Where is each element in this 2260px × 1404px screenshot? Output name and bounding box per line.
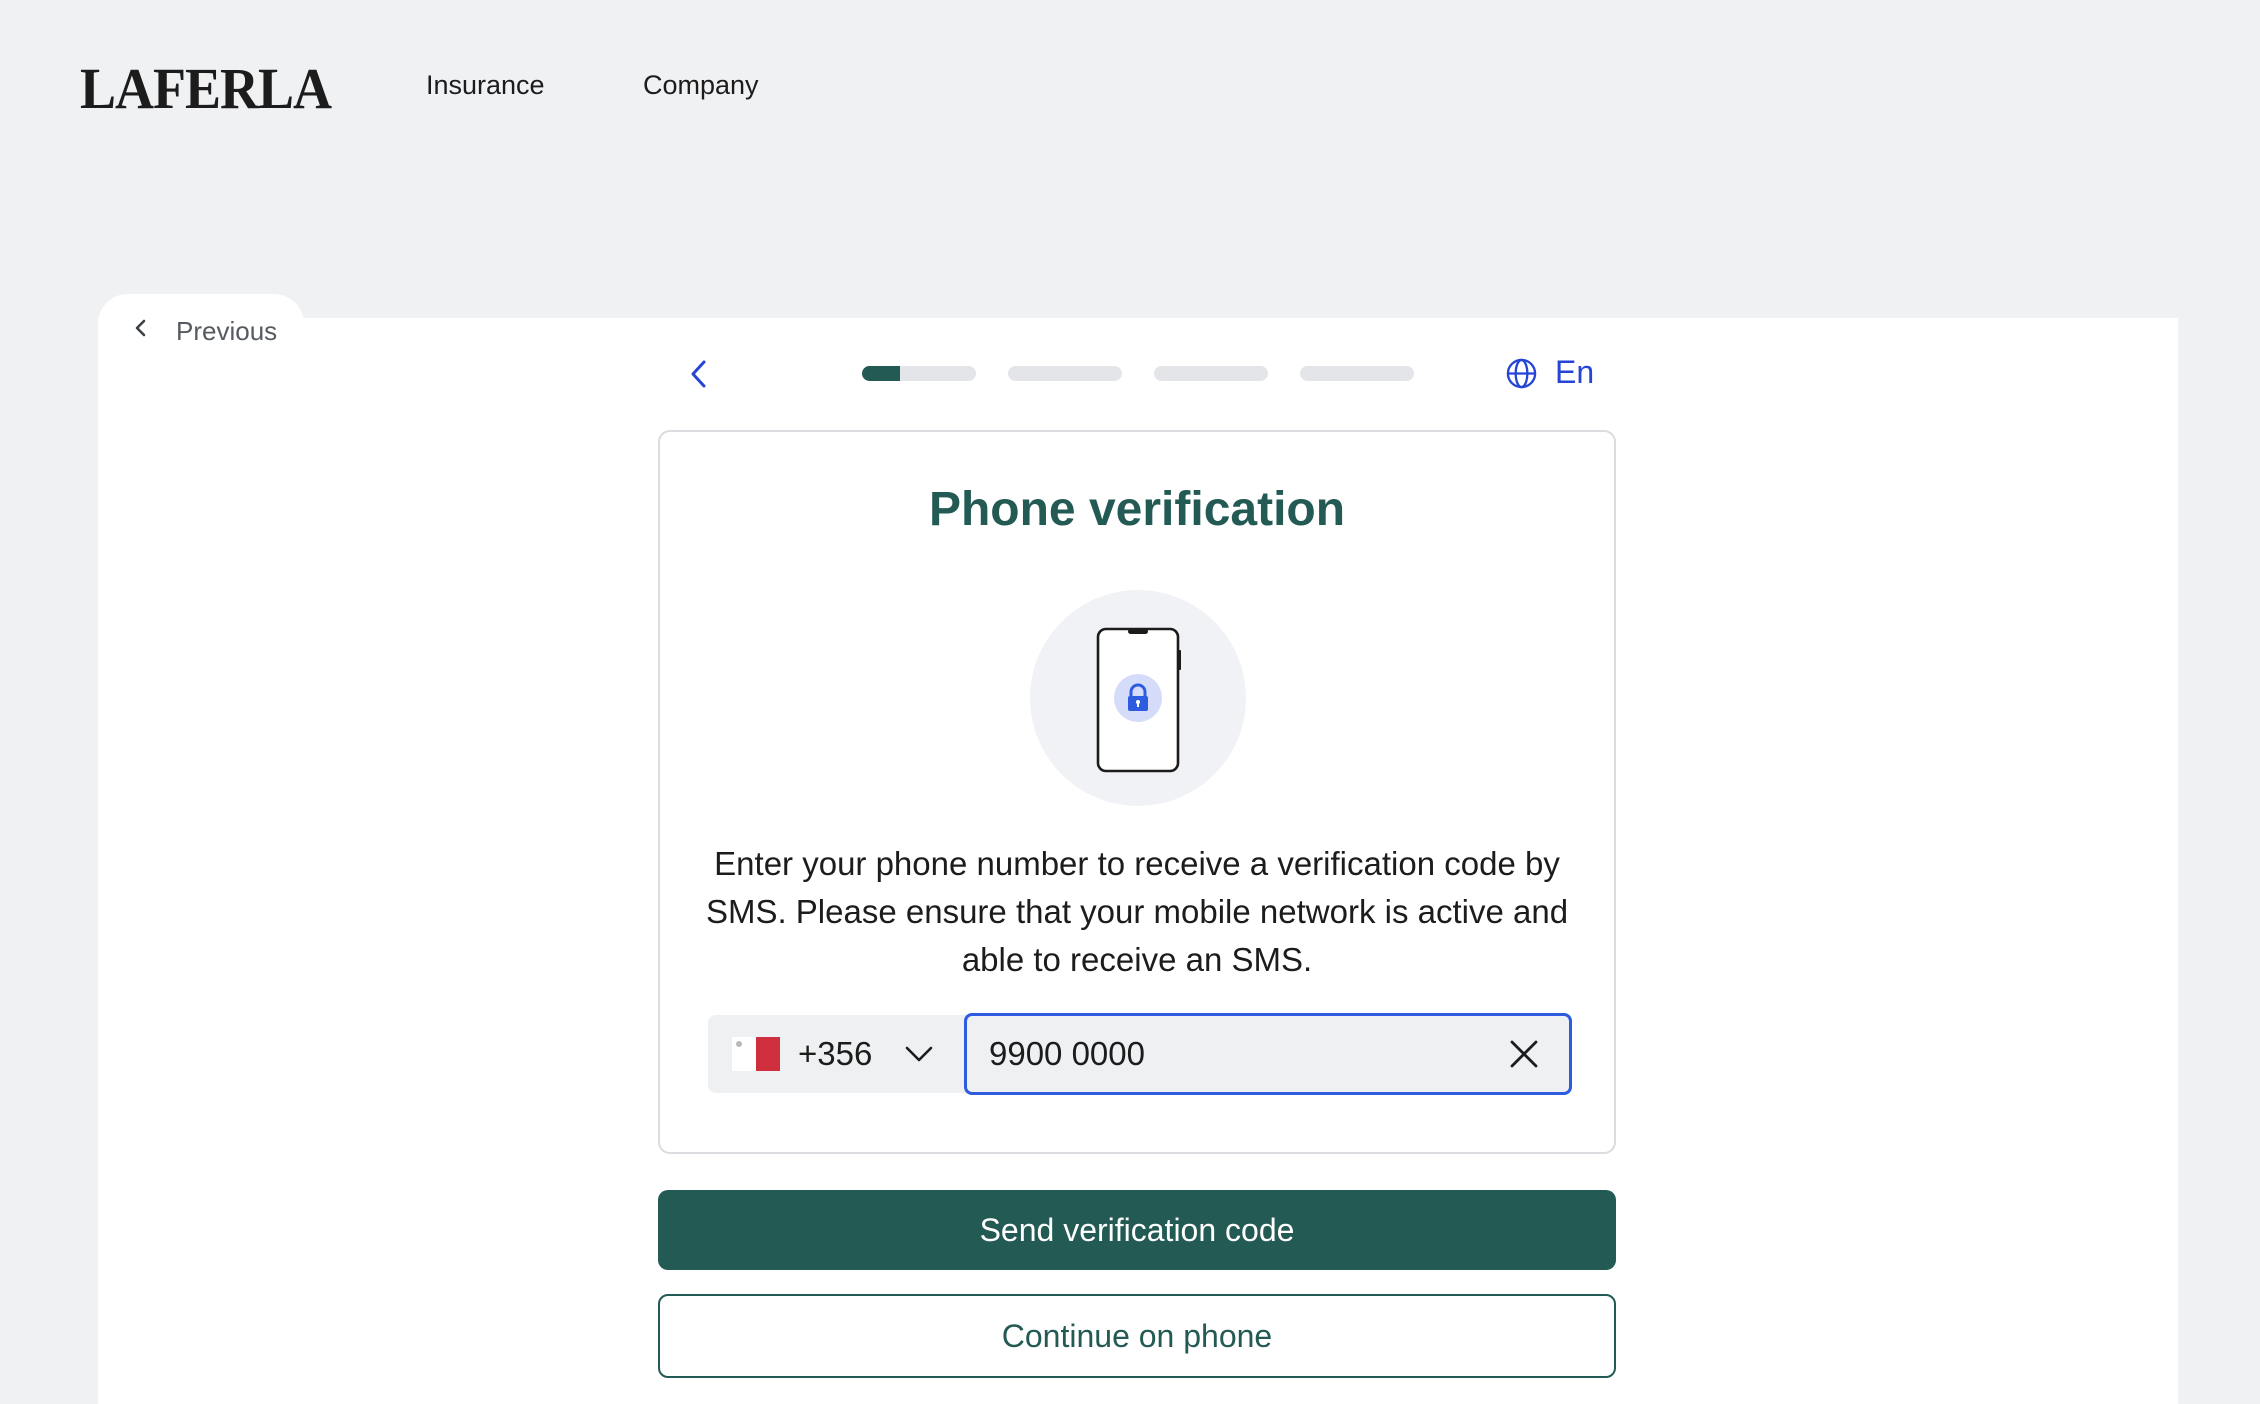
phone-lock-icon [1030, 590, 1246, 806]
language-label: En [1555, 354, 1595, 390]
chevron-down-icon [905, 1046, 933, 1062]
chevron-left-icon [135, 319, 146, 337]
dial-code: +356 [798, 1035, 873, 1072]
progress-step-2 [1008, 366, 1122, 381]
country-code-select[interactable]: +356 [708, 1015, 970, 1093]
step-back-button[interactable] [684, 357, 714, 391]
nav-company-link[interactable]: Company [643, 70, 759, 101]
progress-step-4 [1300, 366, 1414, 381]
phone-verification-card: Phone verification Enter your phone numb… [658, 430, 1616, 1154]
previous-label: Previous [176, 316, 278, 346]
brand-logo[interactable]: LAFERLA [80, 55, 332, 122]
previous-button[interactable]: Previous [98, 294, 304, 354]
close-icon[interactable] [1507, 1037, 1541, 1071]
send-verification-code-button[interactable]: Send verification code [658, 1190, 1616, 1270]
continue-on-phone-button[interactable]: Continue on phone [658, 1294, 1616, 1378]
malta-flag-icon [732, 1037, 780, 1071]
site-header: LAFERLA Insurance Company [0, 0, 2260, 175]
phone-number-input[interactable] [989, 1026, 1469, 1082]
progress-step-1-fill [862, 366, 900, 381]
nav-insurance-link[interactable]: Insurance [426, 70, 545, 101]
progress-step-3 [1154, 366, 1268, 381]
globe-icon [1506, 358, 1537, 389]
progress-step-1 [862, 366, 976, 381]
page-title: Phone verification [928, 483, 1346, 536]
phone-number-field [964, 1013, 1572, 1095]
instructions-text: Enter your phone number to receive a ver… [705, 845, 1569, 978]
